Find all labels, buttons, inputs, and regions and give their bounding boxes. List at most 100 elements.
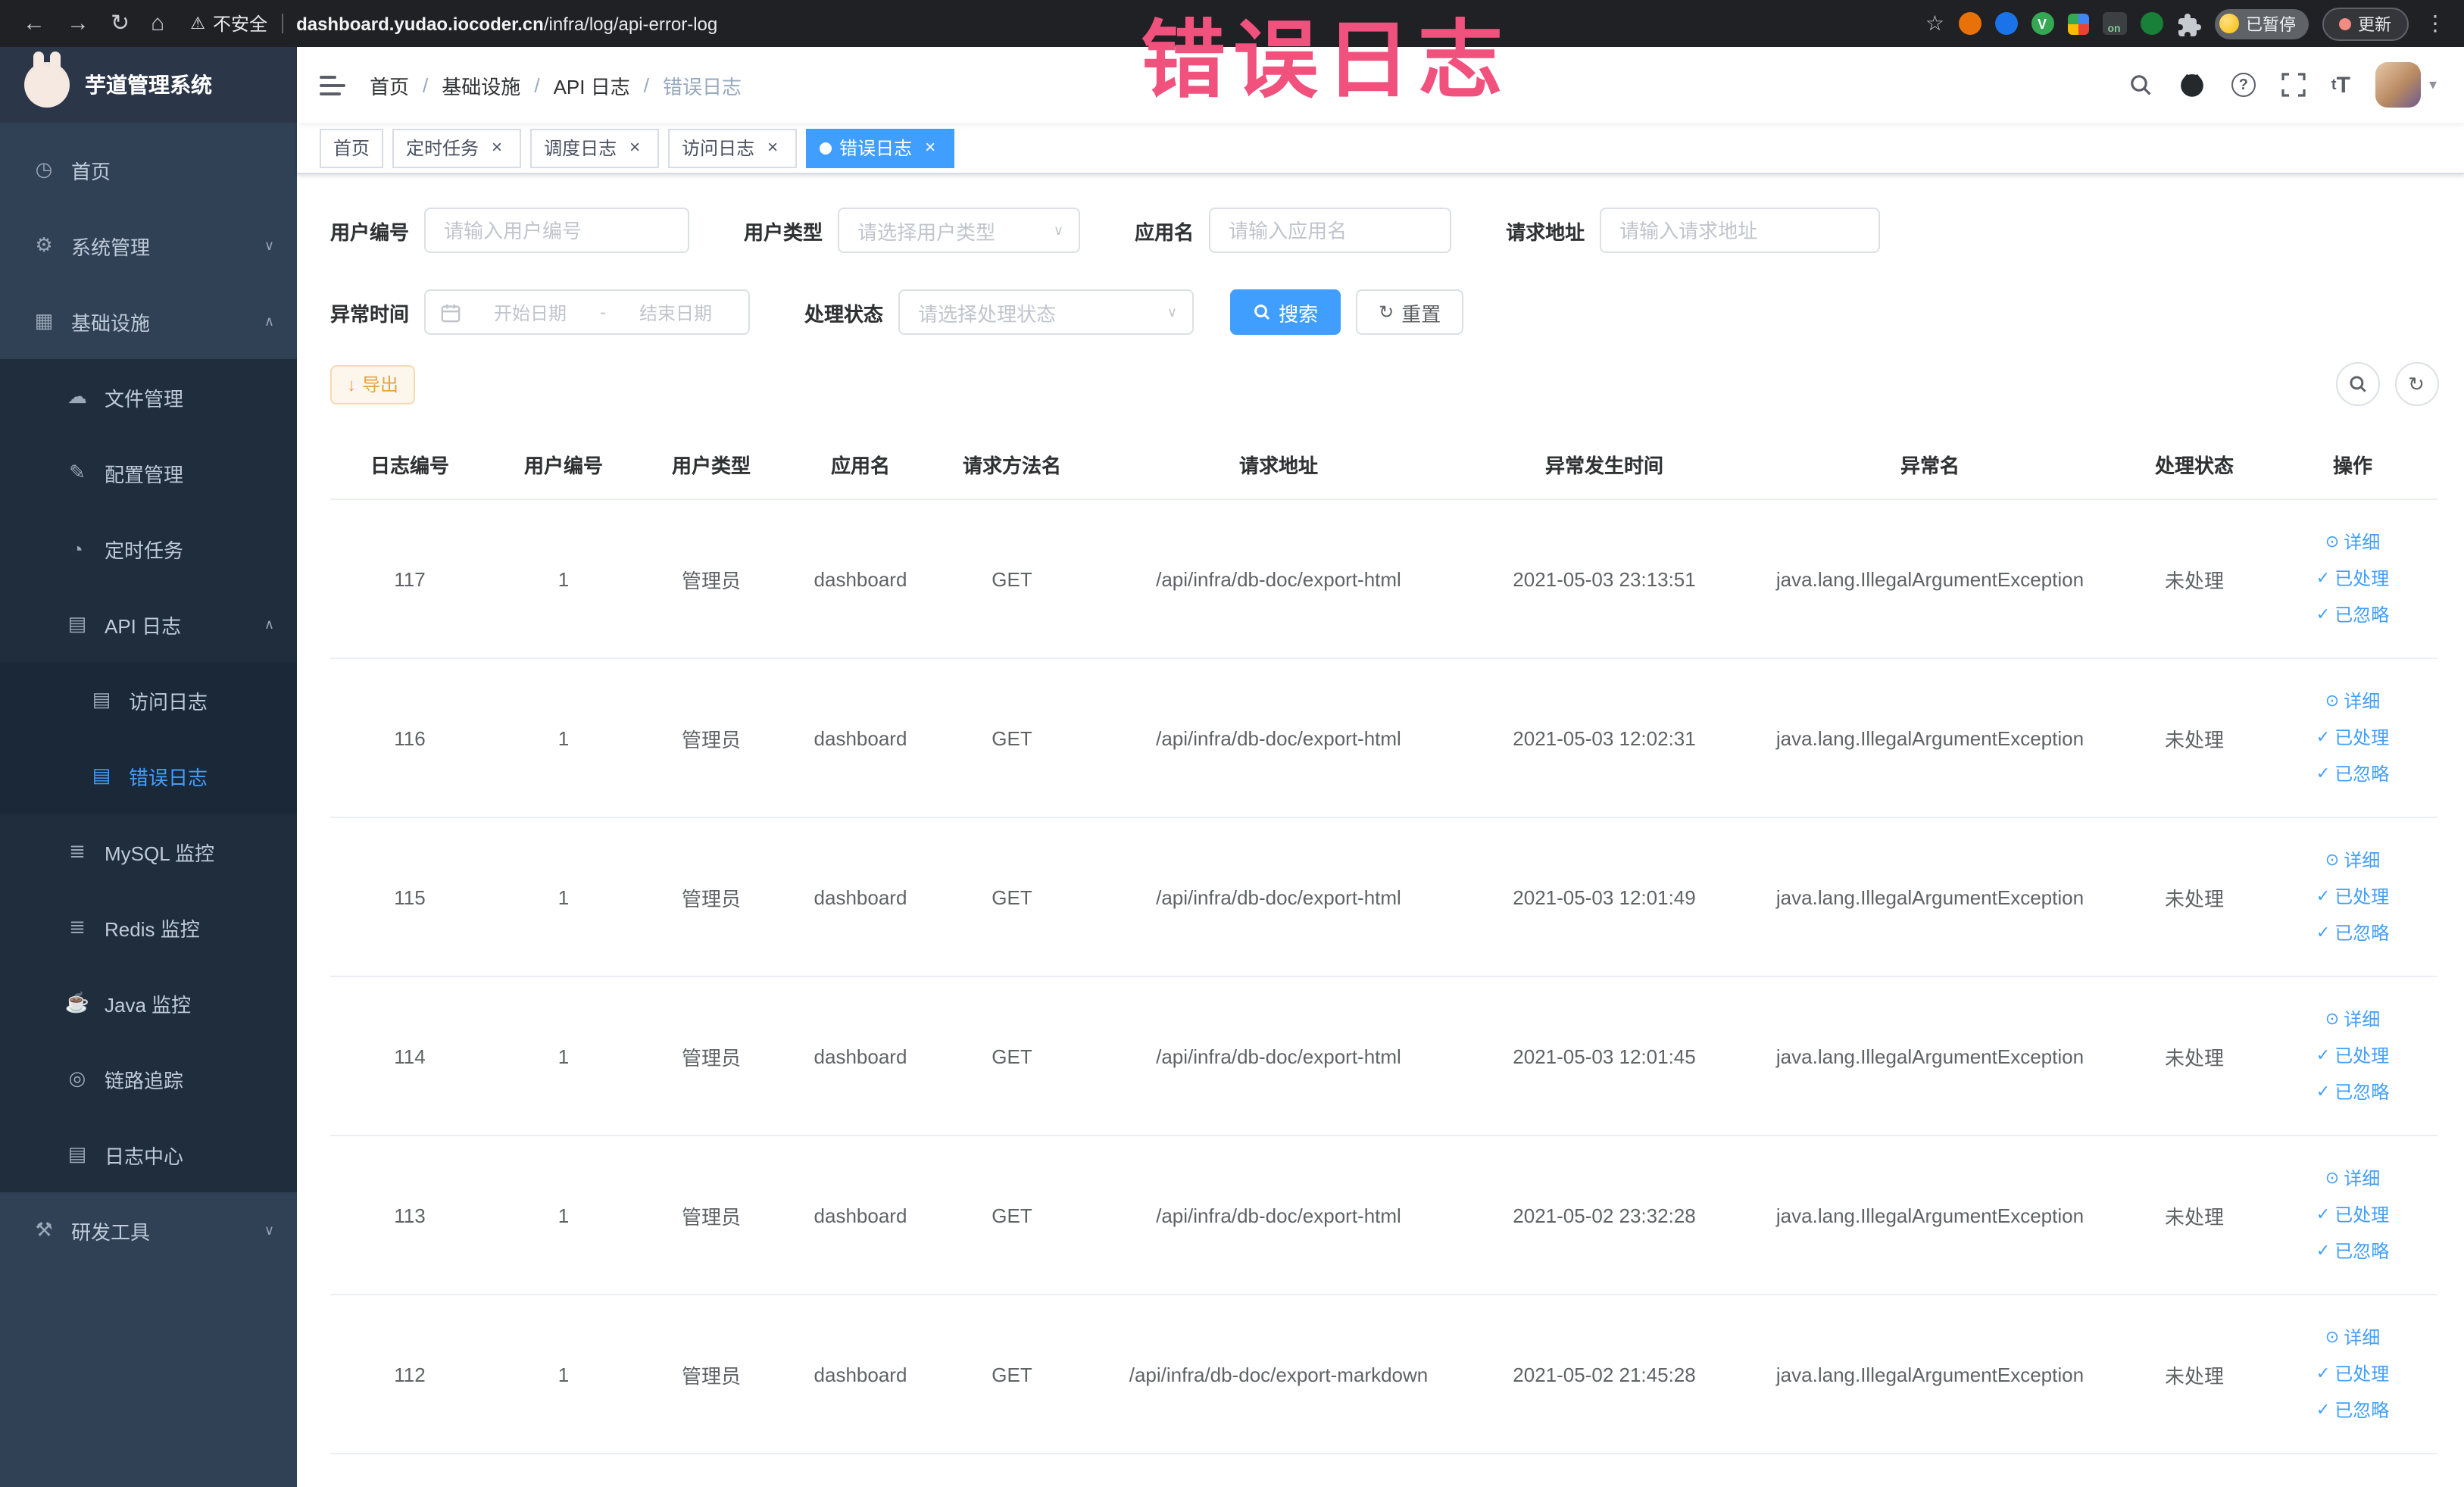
cell-log-id: 112 [330,1295,489,1454]
row-action-detail[interactable]: ⊙ 详细 [2274,683,2431,720]
sidebar-item-config-manage[interactable]: ✎ 配置管理 [0,435,297,511]
cell-request-url: /api/infra/db-doc/export-html [1088,1136,1469,1295]
sidebar-item-label: 定时任务 [105,539,184,561]
row-action-processed[interactable]: ✓ 已处理 [2274,561,2431,597]
row-action-processed[interactable]: ✓ 已处理 [2274,1038,2431,1074]
search-button[interactable]: 搜索 [1230,289,1341,335]
cell-request-method: GET [936,658,1088,818]
extension-green-icon[interactable] [2140,12,2163,35]
sidebar-item-redis-monitor[interactable]: ≣ Redis 监控 [0,889,297,965]
sidebar-item-access-log[interactable]: ▤ 访问日志 [0,662,297,738]
tab-error-log[interactable]: 错误日志 × [806,128,955,167]
reset-button[interactable]: ↻ 重置 [1356,289,1464,335]
user-type-select[interactable]: 请选择用户类型 ∨ [838,208,1081,253]
refresh-table-button[interactable]: ↻ [2394,362,2438,406]
chevron-down-icon: ∨ [264,1222,274,1237]
reset-button-label: 重置 [1401,302,1441,325]
cell-actions: ⊙ 详细 ✓ 已处理 ✓ 已忽略 [2268,1295,2437,1454]
sidebar-item-error-log[interactable]: ▤ 错误日志 [0,738,297,814]
breadcrumb-item[interactable]: API 日志 [554,70,630,99]
row-action-ignored[interactable]: ✓ 已忽略 [2274,597,2431,633]
row-action-detail[interactable]: ⊙ 详细 [2274,524,2431,561]
close-icon[interactable]: × [486,136,507,158]
sidebar-menu: ◷ 首页 ⚙ 系统管理 ∨ ▦ 基础设施 ∧ ☁ 文件管理 ✎ 配置管理 ◔ 定时任务 ▤ API 日志 ∧ ▤ 访… [0,123,297,1487]
row-action-ignored[interactable]: ✓ 已忽略 [2274,1392,2431,1429]
extension-vue-devtools-icon[interactable]: V [2031,12,2053,35]
reload-icon[interactable]: ↻ [111,12,130,35]
browser-menu-kebab-icon[interactable]: ⋮ [2425,11,2446,36]
row-action-processed[interactable]: ✓ 已处理 [2274,1356,2431,1392]
profile-paused-badge[interactable]: 已暂停 [2214,8,2308,39]
row-action-ignored[interactable]: ✓ 已忽略 [2274,756,2431,792]
update-dot-icon [2338,17,2350,30]
sidebar-item-dev-tools[interactable]: ⚒ 研发工具 ∨ [0,1192,297,1268]
github-icon[interactable] [2178,71,2206,98]
app-name-input[interactable] [1209,208,1452,253]
row-action-detail[interactable]: ⊙ 详细 [2274,842,2431,879]
tab-schedule-log[interactable]: 调度日志 × [530,128,660,167]
row-action-processed[interactable]: ✓ 已处理 [2274,879,2431,915]
cell-actions: ⊙ 详细 ✓ 已处理 ✓ 已忽略 [2268,817,2437,977]
sidebar-item-infrastructure[interactable]: ▦ 基础设施 ∧ [0,283,297,359]
site-security-chip[interactable]: ⚠ 不安全 [190,11,267,36]
cell-user-type: 管理员 [638,658,785,818]
close-icon[interactable]: × [624,136,645,158]
close-icon[interactable]: × [920,136,941,158]
sidebar-item-log-center[interactable]: ▤ 日志中心 [0,1117,297,1192]
extensions-puzzle-icon[interactable] [2176,11,2200,36]
row-action-detail[interactable]: ⊙ 详细 [2274,1320,2431,1356]
row-action-detail[interactable]: ⊙ 详细 [2274,1001,2431,1038]
home-icon[interactable]: ⌂ [151,12,164,35]
sidebar-item-api-log[interactable]: ▤ API 日志 ∧ [0,586,297,662]
sidebar-toggle-hamburger-icon[interactable] [297,73,370,96]
sidebar-item-home[interactable]: ◷ 首页 [0,132,297,208]
sidebar-item-cron-job[interactable]: ◔ 定时任务 [0,511,297,586]
tab-home[interactable]: 首页 [320,128,384,167]
close-icon[interactable]: × [762,136,783,158]
process-status-select[interactable]: 请选择处理状态 ∨ [898,289,1195,335]
toggle-search-button[interactable] [2335,362,2379,406]
extension-blue-icon[interactable] [1994,12,2017,35]
tab-cron-job[interactable]: 定时任务 × [392,128,522,167]
address-bar[interactable]: dashboard.yudao.iocoder.cn/infra/log/api… [296,13,717,34]
table-row: 115 1 管理员 dashboard GET/api/infra/db-doc/exp… [330,817,2437,977]
sidebar-item-system-manage[interactable]: ⚙ 系统管理 ∨ [0,208,297,283]
row-action-label: 详细 [2344,1009,2381,1030]
sidebar-item-mysql-monitor[interactable]: ≣ MySQL 监控 [0,814,297,889]
extension-colorful-grid-icon[interactable] [2067,13,2088,34]
breadcrumb-item[interactable]: 首页 [370,70,409,99]
row-action-detail[interactable]: ⊙ 详细 [2274,1161,2431,1197]
font-size-icon[interactable]: tT [2331,72,2350,98]
extension-orange-icon[interactable] [1958,12,1981,35]
row-action-label: 已处理 [2334,568,2390,589]
search-icon[interactable] [2128,73,2153,97]
breadcrumb-item[interactable]: 基础设施 [442,70,520,99]
request-url-input[interactable] [1600,208,1881,253]
sidebar-item-java-monitor[interactable]: ☕ Java 监控 [0,965,297,1041]
error-log-table: 日志编号 用户编号 用户类型 应用名 请求方法名 请求地址 异常发生时间 异常名 处理状态 操作 … [330,430,2437,1454]
row-action-processed[interactable]: ✓ 已处理 [2274,1197,2431,1233]
row-action-ignored[interactable]: ✓ 已忽略 [2274,915,2431,951]
browser-update-button[interactable]: 更新 [2322,7,2408,40]
filter-request-url: 请求地址 [1506,208,1881,253]
user-id-input[interactable] [424,208,690,253]
row-action-ignored[interactable]: ✓ 已忽略 [2274,1074,2431,1111]
tab-access-log[interactable]: 访问日志 × [668,128,798,167]
row-action-ignored[interactable]: ✓ 已忽略 [2274,1233,2431,1270]
sidebar-item-label: 链路追踪 [105,1069,184,1092]
back-icon[interactable]: ← [23,12,45,35]
fullscreen-icon[interactable] [2281,73,2306,97]
row-action-processed[interactable]: ✓ 已处理 [2274,720,2431,756]
sidebar-item-file-manage[interactable]: ☁ 文件管理 [0,359,297,435]
export-button[interactable]: ↓ 导出 [330,364,416,404]
user-menu[interactable]: ▾ [2375,62,2437,108]
help-icon[interactable]: ? [2231,73,2256,97]
bookmark-star-icon[interactable]: ☆ [1925,11,1944,36]
browser-chrome: ← → ↻ ⌂ ⚠ 不安全 dashboard.yudao.iocoder.cn… [0,0,2464,47]
exception-time-range-picker[interactable]: 开始日期 - 结束日期 [424,289,751,335]
forward-icon[interactable]: → [67,12,89,35]
url-path: /infra/log/api-error-log [543,13,718,34]
extension-on-badge-icon[interactable]: on [2102,12,2126,35]
sidebar-item-trace[interactable]: ◎ 链路追踪 [0,1041,297,1117]
app-logo[interactable]: 芋道管理系统 [0,47,297,123]
